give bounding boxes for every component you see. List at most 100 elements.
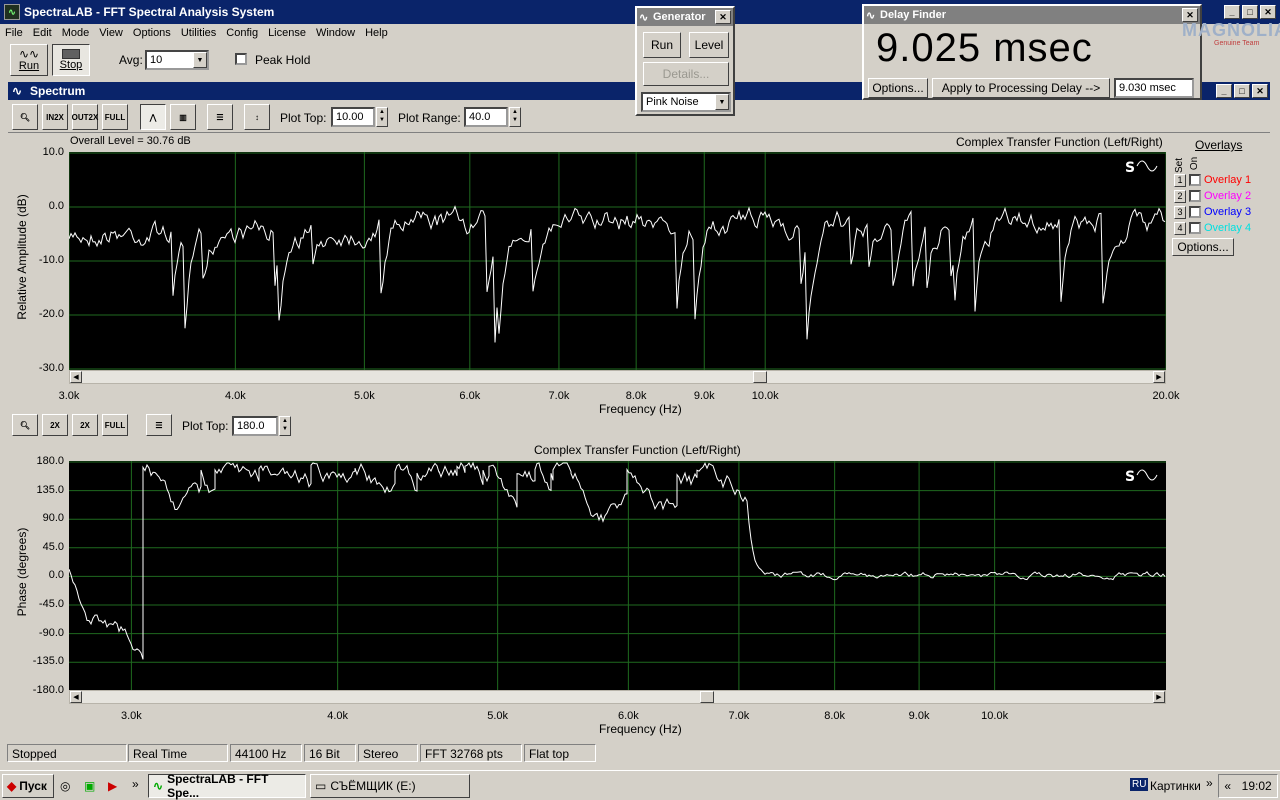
stop-button[interactable]: Stop xyxy=(52,44,90,76)
overlay-set-button[interactable]: 2 xyxy=(1174,189,1186,203)
scroll-thumb[interactable] xyxy=(753,371,767,383)
tray-label[interactable]: Картинки xyxy=(1150,779,1201,793)
overlays-on-label: On xyxy=(1189,156,1201,171)
status-sample-rate: 44100 Hz xyxy=(230,744,302,762)
spectrum-plot-top-label: Plot Top: xyxy=(280,111,327,125)
app-minimize-icon[interactable]: _ xyxy=(1224,5,1240,19)
phase-ytick: -90.0 xyxy=(38,626,64,639)
minimize-icon[interactable]: _ xyxy=(1216,84,1232,98)
menu-license[interactable]: License xyxy=(263,27,311,39)
generator-title: Generator xyxy=(653,11,706,23)
scroll-left-icon[interactable]: ◀ xyxy=(70,371,82,383)
overlay-set-button[interactable]: 1 xyxy=(1174,173,1186,187)
phase-plot-top-spinner[interactable]: ▲ ▼ xyxy=(279,416,291,436)
task-drive[interactable]: ▭ СЪЁМЩИК (E:) xyxy=(310,774,470,798)
phase-scroll-right-icon[interactable]: ▶ xyxy=(1153,691,1165,703)
delay-finder-titlebar[interactable]: ∿ Delay Finder ✕ xyxy=(864,6,1200,24)
menu-edit[interactable]: Edit xyxy=(28,27,57,39)
line-plot-icon[interactable]: ⋀ xyxy=(140,104,166,130)
spectrum-scrollbar[interactable]: ◀ ▶ xyxy=(69,370,1166,384)
plot-range-spinner[interactable]: ▲ ▼ xyxy=(509,107,521,127)
overlay-options-button[interactable]: Options... xyxy=(1172,238,1234,256)
apply-delay-button[interactable]: Apply to Processing Delay --> xyxy=(932,78,1110,98)
generator-titlebar[interactable]: ∿ Generator ✕ xyxy=(637,8,733,26)
delay-options-button[interactable]: Options... xyxy=(868,78,928,98)
menu-config[interactable]: Config xyxy=(221,27,263,39)
tray-more-icon[interactable]: » xyxy=(1206,776,1213,790)
phase-zoom-out-2x-icon[interactable]: 2X xyxy=(72,414,98,436)
overlay-on-checkbox[interactable] xyxy=(1189,190,1201,202)
zoom-icon[interactable]: 🔍︎ xyxy=(12,104,38,130)
menu-window[interactable]: Window xyxy=(311,27,360,39)
app-maximize-icon[interactable]: □ xyxy=(1242,5,1258,19)
menu-view[interactable]: View xyxy=(94,27,128,39)
app-icon: ∿ xyxy=(4,4,20,20)
chevron-down-icon[interactable]: ▼ xyxy=(193,52,207,68)
overlay-set-button[interactable]: 3 xyxy=(1174,205,1186,219)
maximize-icon[interactable]: □ xyxy=(1234,84,1250,98)
quicklaunch-app-icon[interactable]: ▣ xyxy=(84,779,95,793)
zoom-in-2x-icon[interactable]: IN2X xyxy=(42,104,68,130)
phase-zoom-full-icon[interactable]: FULL xyxy=(102,414,128,436)
bar-plot-icon[interactable]: ▥ xyxy=(170,104,196,130)
quicklaunch-browser-icon[interactable]: ◎ xyxy=(60,779,70,793)
phase-plot[interactable]: S xyxy=(69,461,1166,690)
menu-file[interactable]: File xyxy=(0,27,28,39)
zoom-full-icon[interactable]: FULL xyxy=(102,104,128,130)
plot-range-input[interactable]: 40.0 xyxy=(464,107,508,127)
menu-help[interactable]: Help xyxy=(360,27,393,39)
phase-zoom-icon[interactable]: 🔍︎ xyxy=(12,414,38,436)
generator-run-button[interactable]: Run xyxy=(643,32,681,58)
scroll-right-icon[interactable]: ▶ xyxy=(1153,371,1165,383)
phase-plot-top-label: Plot Top: xyxy=(182,419,229,433)
task-spectralab-label: SpectraLAB - FFT Spe... xyxy=(167,772,269,800)
start-button[interactable]: ◆ Пуск xyxy=(2,774,54,798)
overlay-set-button[interactable]: 4 xyxy=(1174,221,1186,235)
menu-utilities[interactable]: Utilities xyxy=(176,27,221,39)
delay-value-field[interactable]: 9.030 msec xyxy=(1114,78,1194,98)
generator-level-button[interactable]: Level xyxy=(689,32,729,58)
overlay-on-checkbox[interactable] xyxy=(1189,174,1201,186)
spectralab-task-icon: ∿ xyxy=(153,779,164,793)
quicklaunch-media-icon[interactable]: ▶ xyxy=(108,779,117,793)
scale-icon[interactable]: ↕ xyxy=(244,104,270,130)
phase-zoom-in-2x-icon[interactable]: 2X xyxy=(42,414,68,436)
spectrum-plot[interactable]: S xyxy=(69,152,1166,370)
quicklaunch-more-icon[interactable]: » xyxy=(132,777,139,791)
phase-scroll-thumb[interactable] xyxy=(700,691,714,703)
spectrum-xtick: 5.0k xyxy=(353,390,375,402)
table-view-icon[interactable]: ☰ xyxy=(207,104,233,130)
phase-scrollbar[interactable]: ◀ ▶ xyxy=(69,690,1166,704)
spectrum-plot-top-input[interactable]: 10.00 xyxy=(331,107,375,127)
task-spectralab[interactable]: ∿ SpectraLAB - FFT Spe... xyxy=(148,772,306,800)
phase-scroll-left-icon[interactable]: ◀ xyxy=(70,691,82,703)
generator-close-icon[interactable]: ✕ xyxy=(715,10,731,24)
app-close-icon[interactable]: ✕ xyxy=(1260,5,1276,19)
overlays-title[interactable]: Overlays xyxy=(1195,138,1242,152)
menu-mode[interactable]: Mode xyxy=(57,27,95,39)
trace-mode-icon[interactable]: S xyxy=(1125,160,1158,176)
signal-select[interactable]: Pink Noise ▼ xyxy=(641,92,731,112)
spectrum-plot-top-spinner[interactable]: ▲ ▼ xyxy=(376,107,388,127)
overlay-on-checkbox[interactable] xyxy=(1189,222,1201,234)
phase-trace-mode-icon[interactable]: S xyxy=(1125,469,1158,485)
avg-select[interactable]: 10 ▼ xyxy=(145,50,209,70)
phase-plot-top-value: 180.0 xyxy=(237,420,265,432)
spectrum-xtick: 4.0k xyxy=(224,390,246,402)
language-indicator[interactable]: RU xyxy=(1130,778,1149,791)
generator-details-button[interactable]: Details... xyxy=(643,62,729,86)
zoom-out-2x-icon[interactable]: OUT2X xyxy=(72,104,98,130)
phase-table-view-icon[interactable]: ☰ xyxy=(146,414,172,436)
peak-hold-checkbox[interactable] xyxy=(235,53,247,66)
run-button[interactable]: ∿∿ Run xyxy=(10,44,48,76)
close-icon[interactable]: ✕ xyxy=(1252,84,1268,98)
phase-plot-top-input[interactable]: 180.0 xyxy=(232,416,278,436)
overlay-on-checkbox[interactable] xyxy=(1189,206,1201,218)
menu-options[interactable]: Options xyxy=(128,27,176,39)
signal-chevron-down-icon[interactable]: ▼ xyxy=(715,94,729,110)
phase-trace xyxy=(69,461,1166,660)
tray-expand-icon[interactable]: « xyxy=(1224,779,1231,793)
spectrum-ytick: -20.0 xyxy=(38,308,64,320)
phase-ytick: -45.0 xyxy=(38,598,64,610)
phase-grid xyxy=(69,461,1166,690)
